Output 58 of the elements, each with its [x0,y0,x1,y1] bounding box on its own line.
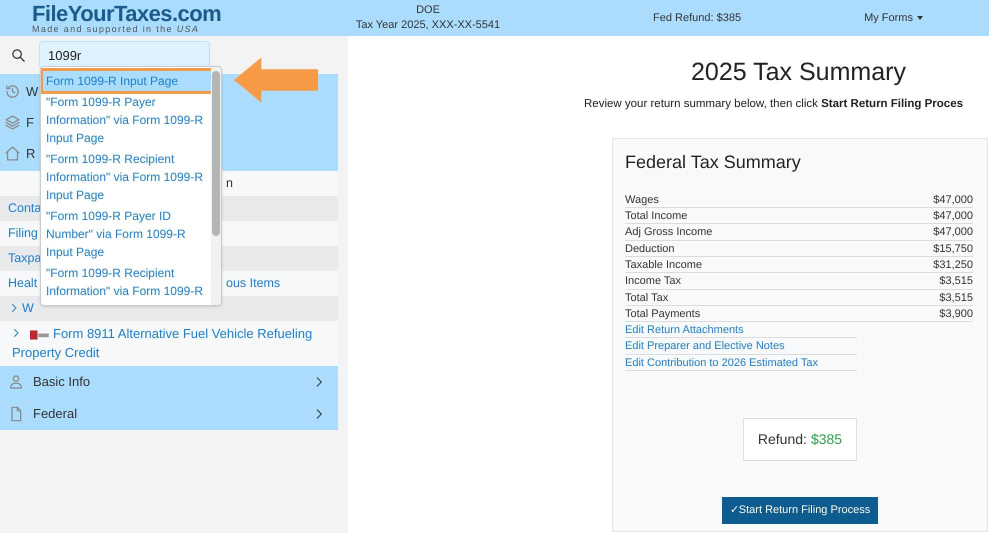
start-filing-button[interactable]: ✓Start Return Filing Process [722,497,878,524]
sidebar-text: n [226,175,233,192]
suggestion-item[interactable]: "Form 1099-R Recipient Information" via Form 1099-R Input Page [43,149,211,205]
edit-link[interactable]: Edit Contribution to 2026 Estimated Tax [625,356,818,369]
row-label: Total Payments [625,306,700,322]
menu-item[interactable]: F [26,112,34,132]
scrollbar-thumb[interactable] [212,71,220,236]
row-value: $3,515 [939,274,973,289]
page-title: 2025 Tax Summary [690,57,906,88]
sidebar-link[interactable]: W [22,301,34,315]
suggestion-item[interactable]: "Form 1099-R Recipient Information" via Form 1099-R [43,263,211,301]
row-label: Total Income [625,209,688,224]
pointer-arrow-icon [232,55,320,105]
refund-label: Refund: [758,430,807,450]
sidebar-link[interactable]: ous Items [226,274,280,293]
page-subtitle: Review your return summary below, then click Start Return Filing Proces [583,96,963,112]
row-value: $47,000 [933,225,973,240]
menu-item[interactable]: W [26,82,38,102]
row-label: Taxable Income [625,258,702,272]
row-value: $15,750 [933,242,973,256]
layers-icon [4,114,21,131]
logo-tagline: Made and supported in the USA [32,24,200,34]
person-icon [8,373,24,391]
edit-link[interactable]: Edit Preparer and Elective Notes [625,340,785,352]
suggestion-item[interactable]: "Form 1099-R Payer Information" via Form 1099-R Input Page [43,92,211,148]
row-label: Adj Gross Income [625,225,712,240]
my-forms-menu[interactable]: My Forms [864,10,923,26]
row-label: Wages [625,192,659,208]
section-item[interactable]: Federal [33,404,312,424]
row-label: Deduction [625,242,675,256]
menu-item[interactable]: R [26,144,36,164]
caret-icon [916,16,923,20]
history-icon [4,83,21,100]
row-value: $47,000 [933,209,973,224]
search-icon [10,46,27,64]
row-label: Income Tax [625,274,682,289]
refund-amount: $385 [810,430,842,450]
taxpayer-name: DOE [416,3,440,18]
row-value: $31,250 [933,258,973,272]
sidebar-link[interactable]: Healt [8,276,38,290]
sidebar-link[interactable]: Filing [8,226,38,240]
sidebar-link[interactable]: Taxpa [8,251,42,265]
search-field[interactable]: 1099r [39,41,210,69]
pdf-icon [28,329,50,341]
row-value: $3,900 [939,306,973,322]
refund-summary: Fed Refund: $385 [653,10,742,26]
row-label: Total Tax [625,290,668,305]
suggestion-item[interactable]: Form 1099-R Input Page [43,71,211,91]
home-icon [4,145,21,162]
card-title: Federal Tax Summary [625,150,802,174]
tax-year-info: Tax Year 2025, XXX-XX-5541 [356,18,500,33]
logo-text: FileYourTaxes.com [32,2,222,24]
section-item[interactable]: Basic Info [33,372,312,392]
row-value: $3,515 [939,290,973,305]
row-value: $47,000 [933,192,973,208]
edit-link[interactable]: Edit Return Attachments [625,324,744,336]
sidebar-link[interactable]: Conta [8,201,42,215]
suggestion-item[interactable]: "Form 1099-R Payer ID Number" via Form 1099-R Input Page [43,206,211,262]
